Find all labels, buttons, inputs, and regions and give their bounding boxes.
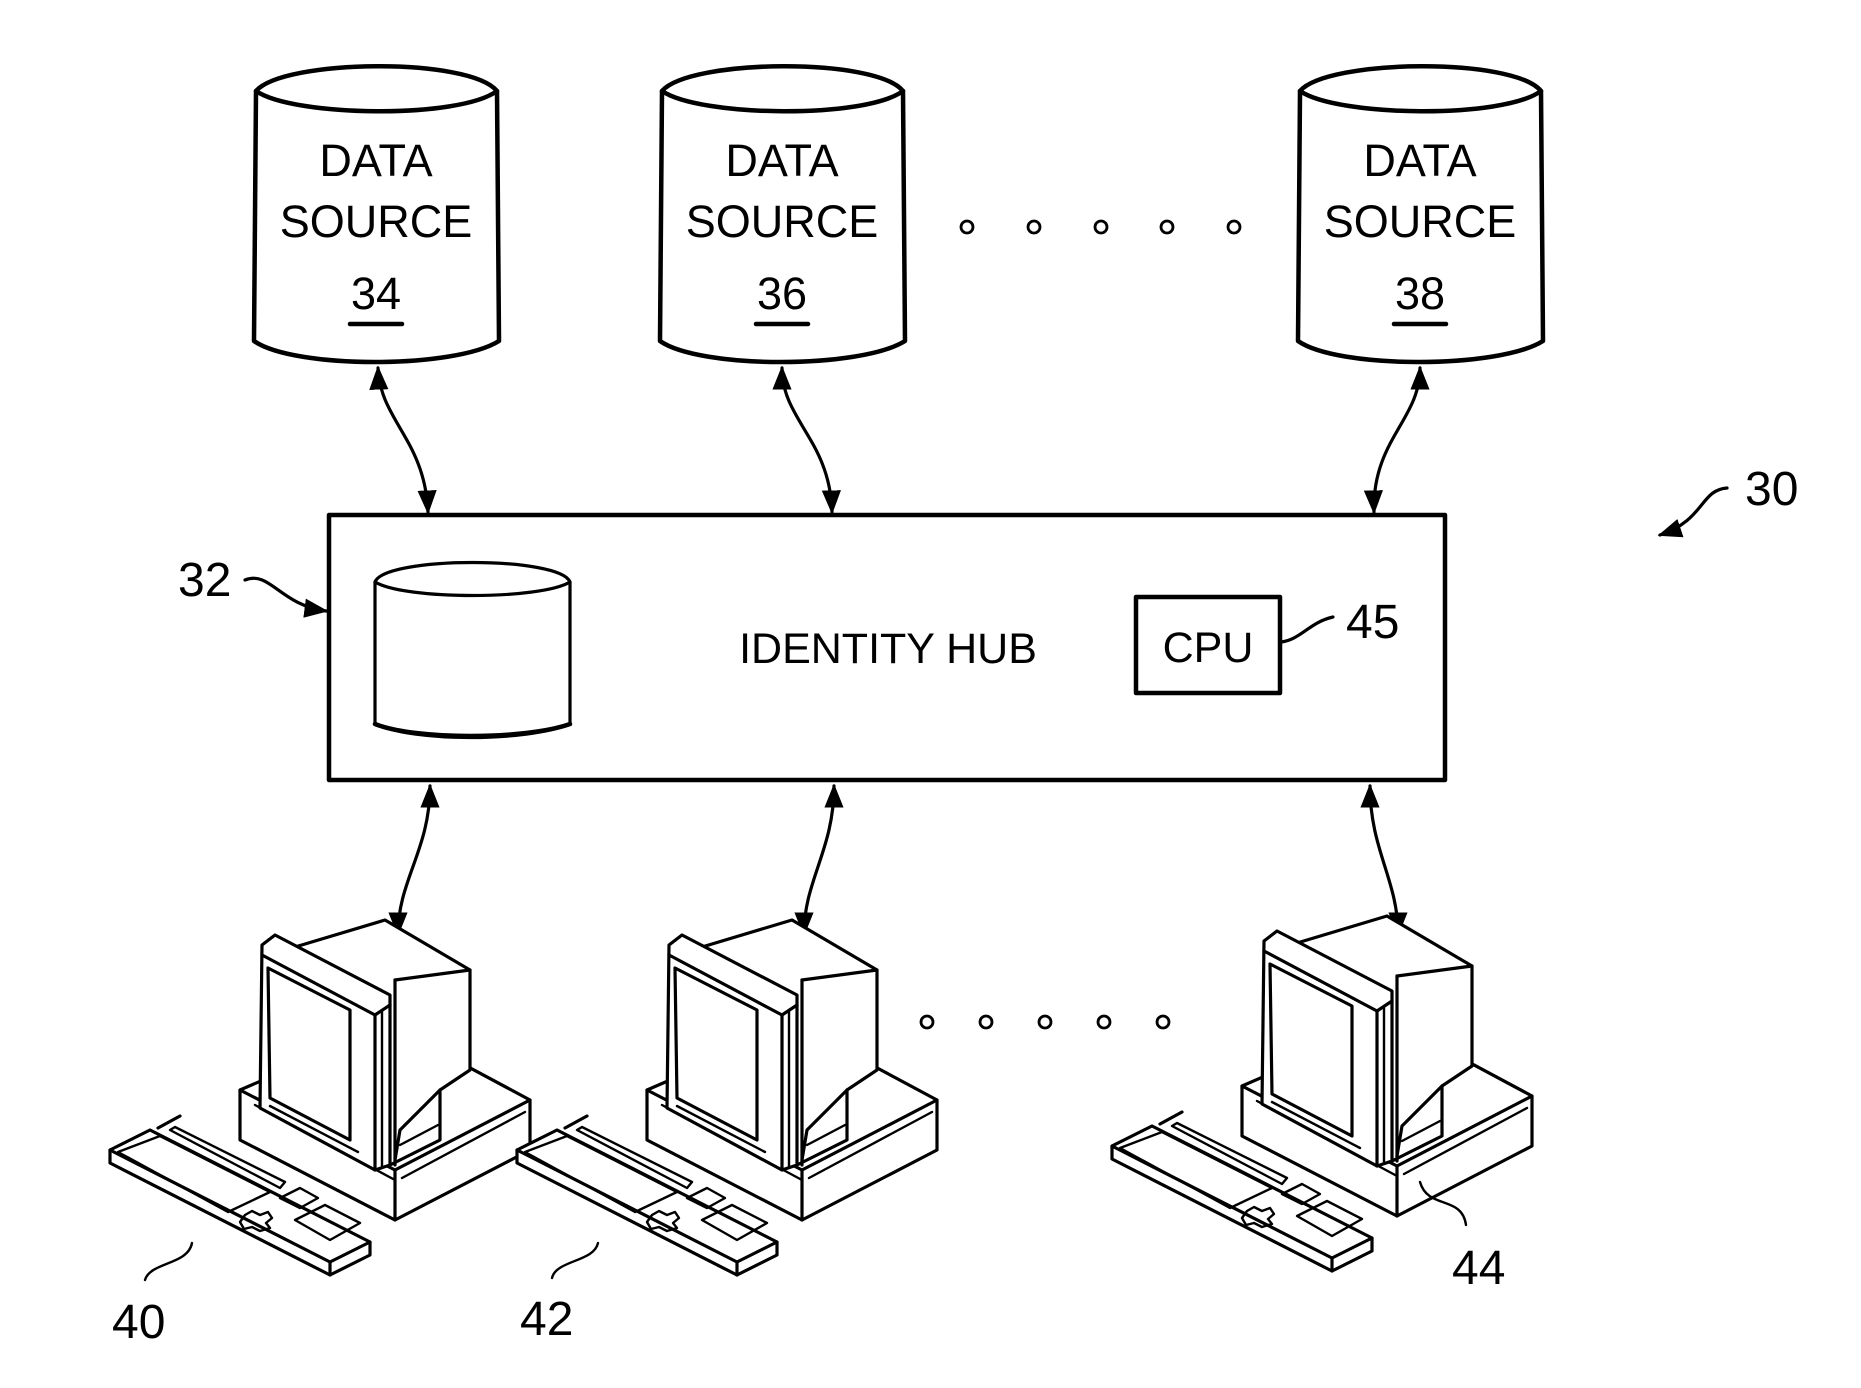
figure-ref: 30 xyxy=(1745,463,1798,516)
data-source-34-line2: SOURCE xyxy=(280,196,473,247)
data-source-38-line2: SOURCE xyxy=(1324,196,1517,247)
ellipsis-dot xyxy=(1093,219,1109,235)
connector-hub-44 xyxy=(1360,783,1408,937)
connector-hub-40 xyxy=(388,783,440,937)
data-source-36-line1: DATA xyxy=(725,135,838,186)
ellipsis-dot xyxy=(1096,1014,1112,1030)
computer-42-leader xyxy=(550,1241,600,1280)
ellipsis-dot xyxy=(1159,219,1175,235)
connector-34-hub xyxy=(369,365,437,515)
data-source-34-ref: 34 xyxy=(351,268,401,319)
ellipsis-dot xyxy=(1155,1014,1171,1030)
computer-42 xyxy=(515,918,939,1277)
connector-38-hub xyxy=(1363,365,1430,515)
ellipsis-dot xyxy=(978,1014,994,1030)
ellipsis-dots-top xyxy=(959,219,1242,235)
figure-ref-arrow xyxy=(1657,486,1729,538)
identity-hub: IDENTITY HUB CPU 45 xyxy=(326,512,1448,783)
cpu-block: CPU xyxy=(1133,594,1283,696)
data-source-36-ref: 36 xyxy=(757,268,807,319)
data-source-36: DATA SOURCE 36 xyxy=(657,64,908,365)
cpu-ref: 45 xyxy=(1346,596,1399,649)
data-source-34: DATA SOURCE 34 xyxy=(251,64,502,365)
computer-44 xyxy=(1110,914,1534,1273)
computer-42-ref: 42 xyxy=(520,1293,573,1346)
computer-40 xyxy=(108,918,532,1277)
data-source-38-line1: DATA xyxy=(1363,135,1476,186)
connector-36-hub xyxy=(772,365,841,515)
hub-ref: 32 xyxy=(178,554,231,607)
connector-hub-42 xyxy=(794,783,844,937)
ellipsis-dot xyxy=(919,1014,935,1030)
computer-40-ref: 40 xyxy=(112,1296,165,1349)
ellipsis-dot xyxy=(1226,219,1242,235)
data-source-38: DATA SOURCE 38 xyxy=(1295,64,1546,365)
hub-ref-leader xyxy=(243,576,329,618)
data-source-38-ref: 38 xyxy=(1395,268,1445,319)
hub-repository-cylinder xyxy=(372,560,573,740)
ellipsis-dot xyxy=(1037,1014,1053,1030)
computer-40-leader xyxy=(143,1241,194,1282)
data-source-34-line1: DATA xyxy=(319,135,432,186)
computer-44-ref: 44 xyxy=(1452,1242,1505,1295)
ellipsis-dots-bottom xyxy=(919,1014,1171,1030)
ellipsis-dot xyxy=(959,219,975,235)
cpu-label: CPU xyxy=(1163,624,1254,672)
data-source-36-line2: SOURCE xyxy=(686,196,879,247)
hub-label: IDENTITY HUB xyxy=(739,625,1037,673)
identity-hub-diagram: DATA SOURCE 34 DATA SOURCE 36 DATA SOURC… xyxy=(108,64,1798,1349)
ellipsis-dot xyxy=(1026,219,1042,235)
